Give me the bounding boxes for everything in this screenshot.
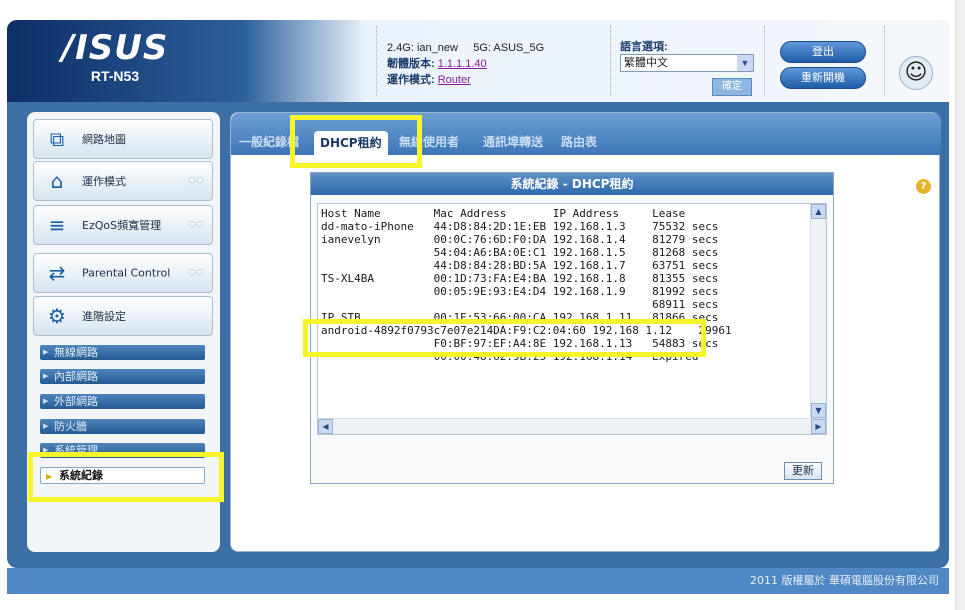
ssid-5: ASUS_5G [493,42,545,54]
tools-icon: ⚙ [48,304,66,328]
logout-button[interactable]: 登出 [780,41,866,63]
ssid-24: ian_new [416,42,458,54]
highlight-box [303,319,706,357]
ssid-24-label: 2.4G: [387,42,414,54]
header-divider [884,26,885,96]
sidebar-item-network-map[interactable]: ⧉ 網路地圖 [33,119,213,159]
header-divider [610,26,611,96]
mode-label: 運作模式: [387,74,435,86]
status-info: 2.4G: ian_new 5G: ASUS_5G 韌體版本: 1.1.1.1.… [387,40,544,88]
tab-routing-table[interactable]: 路由表 [555,129,603,155]
help-icon[interactable]: ? [916,179,931,194]
star-icon: ★★ [187,268,204,278]
sidebar-item-label: EzQoS頻寬管理 [82,219,162,232]
highlight-box [290,115,422,168]
submenu-wireless[interactable]: 無線網路 [40,345,205,360]
scroll-up-icon[interactable]: ▲ [811,204,826,219]
router-icon: ⌂ [50,169,64,193]
brand-mark: /ISUS [61,28,169,68]
sidebar-item-parental-control[interactable]: ⇄ Parental Control ★★ [33,253,213,293]
language-value: 繁體中文 [624,57,668,69]
vertical-scrollbar[interactable]: ▲ ▼ [810,204,826,418]
scroll-right-icon[interactable]: ▶ [811,419,826,434]
star-icon: ★★ [187,176,204,186]
log-title: 系統紀錄 - DHCP租約 [311,173,833,195]
submenu-firewall[interactable]: 防火牆 [40,419,205,434]
scroll-down-icon[interactable]: ▼ [811,403,826,418]
sidebar-item-label: Parental Control [82,266,171,280]
reboot-button[interactable]: 重新開機 [780,67,866,89]
sidebar-item-ezqos[interactable]: ≡ EzQoS頻寬管理 ★★ [33,205,213,245]
submenu-wan[interactable]: 外部網路 [40,394,205,409]
header-divider [764,26,765,96]
mode-link[interactable]: Router [438,74,471,86]
ssid-5-label: 5G: [473,42,491,54]
star-icon: ★★ [187,220,204,230]
network-map-icon: ⧉ [49,127,65,151]
sidebar-item-label: 進階設定 [82,310,126,323]
page-scrollbar[interactable] [955,0,965,610]
parental-icon: ⇄ [48,261,66,285]
language-apply-button[interactable]: 確定 [712,78,752,96]
firmware-label: 韌體版本: [387,58,435,70]
footer-copyright: 2011 版權屬於 華碩電腦股份有限公司 [7,568,949,594]
header-divider [376,26,377,96]
scroll-left-icon[interactable]: ◀ [318,419,333,434]
asus-logo: /ISUS RT-N53 [40,30,190,86]
sidebar-item-label: 網路地圖 [82,133,126,146]
submenu-lan[interactable]: 內部網路 [40,369,205,384]
language-selector: 語言選項: 繁體中文 ▼ 確定 [620,38,754,96]
sidebar-item-label: 運作模式 [82,175,126,188]
sidebar-item-operation-mode[interactable]: ⌂ 運作模式 ★★ [33,161,213,201]
language-dropdown[interactable]: 繁體中文 ▼ [620,54,754,72]
sidebar-item-advanced[interactable]: ⚙ 進階設定 [33,296,213,336]
refresh-button[interactable]: 更新 [784,462,822,480]
bandwidth-icon: ≡ [48,213,66,237]
support-avatar-icon[interactable]: ☺ [899,56,933,90]
horizontal-scrollbar[interactable]: ◀ ▶ [318,418,826,434]
chevron-down-icon[interactable]: ▼ [737,55,753,71]
router-model: RT-N53 [90,68,140,84]
language-label: 語言選項: [620,41,668,53]
firmware-link[interactable]: 1.1.1.1.40 [438,58,487,70]
highlight-box [28,452,224,502]
tab-port-forwarding[interactable]: 通訊埠轉送 [477,129,549,155]
